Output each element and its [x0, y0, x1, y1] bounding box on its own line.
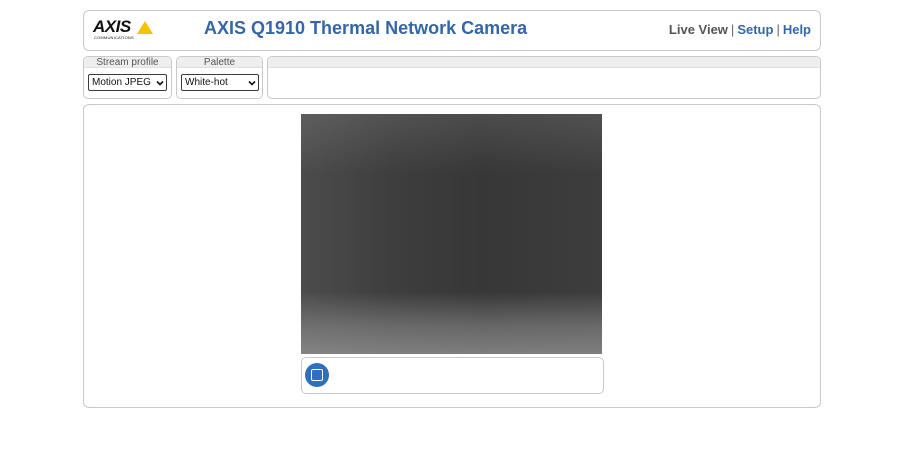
- palette-value: White-hot: [185, 77, 228, 88]
- logo-subtext: COMMUNICATIONS: [94, 35, 134, 40]
- stream-profile-panel: Stream profile Motion JPEG: [83, 56, 172, 99]
- stream-profile-value: Motion JPEG: [92, 77, 151, 88]
- stop-icon: [311, 369, 323, 381]
- nav-help[interactable]: Help: [783, 22, 811, 37]
- nav-separator: |: [730, 22, 735, 37]
- page-title: AXIS Q1910 Thermal Network Camera: [204, 18, 528, 38]
- nav-separator: |: [776, 22, 780, 37]
- chevron-down-icon: [156, 80, 164, 86]
- nav-setup[interactable]: Setup: [737, 22, 773, 37]
- palette-label: Palette: [203, 57, 236, 68]
- toolbar-extra-panel: [267, 56, 821, 99]
- nav-live-view[interactable]: Live View: [669, 22, 728, 37]
- page-header: AXIS COMMUNICATIONS AXIS Q1910 Thermal N…: [83, 10, 821, 51]
- chevron-down-icon: [248, 80, 256, 86]
- panel-cap: [268, 57, 820, 68]
- logo-wordmark: AXIS: [93, 17, 131, 36]
- stream-profile-label: Stream profile: [96, 57, 159, 68]
- palette-panel: Palette White-hot: [176, 56, 263, 99]
- stream-profile-select[interactable]: Motion JPEG: [88, 74, 167, 91]
- thermal-video-feed[interactable]: [301, 114, 602, 354]
- palette-select[interactable]: White-hot: [181, 74, 259, 91]
- stop-button[interactable]: [305, 363, 329, 387]
- player-controls-bar: [301, 357, 604, 394]
- axis-logo: AXIS COMMUNICATIONS: [93, 17, 153, 43]
- top-nav: Live View | Setup | Help: [669, 22, 811, 37]
- logo-triangle-icon: [137, 21, 153, 34]
